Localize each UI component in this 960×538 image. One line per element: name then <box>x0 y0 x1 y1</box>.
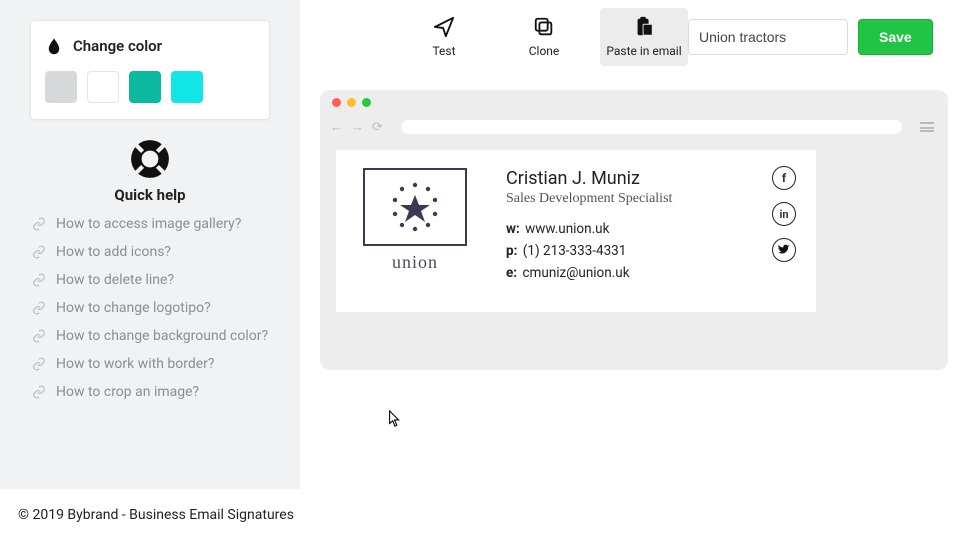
action-label: Clone <box>529 44 560 58</box>
link-icon <box>32 273 46 287</box>
link-icon <box>32 385 46 399</box>
close-dot[interactable] <box>332 98 341 107</box>
actions: Test Clone Paste in email <box>400 8 688 66</box>
help-item[interactable]: How to access image gallery? <box>32 216 272 232</box>
footer-text: © 2019 Bybrand - Business Email Signatur… <box>18 507 294 523</box>
clone-button[interactable]: Clone <box>500 8 588 66</box>
help-item-label: How to change background color? <box>56 328 268 344</box>
browser-nav: ← → ⟳ <box>330 118 934 136</box>
change-color-panel: Change color <box>30 20 270 120</box>
forward-arrow-icon[interactable]: → <box>351 119 364 135</box>
lifebuoy-icon <box>129 138 171 180</box>
signature-card: union Cristian J. Muniz Sales Developmen… <box>336 150 816 312</box>
help-item[interactable]: How to add icons? <box>32 244 272 260</box>
link-icon <box>32 329 46 343</box>
menu-icon[interactable] <box>920 122 934 132</box>
facebook-icon[interactable]: f <box>772 166 796 190</box>
link-icon <box>32 301 46 315</box>
window-controls <box>332 98 371 107</box>
cursor-icon <box>388 410 402 428</box>
help-item[interactable]: How to work with border? <box>32 356 272 372</box>
signature-role[interactable]: Sales Development Specialist <box>506 191 798 207</box>
paste-in-email-button[interactable]: Paste in email <box>600 8 688 66</box>
action-label: Test <box>432 44 455 58</box>
quick-help-title: Quick help <box>114 186 185 204</box>
action-label: Paste in email <box>606 44 681 58</box>
help-item[interactable]: How to change logotipo? <box>32 300 272 316</box>
drop-icon <box>45 35 63 57</box>
signature-info: Cristian J. Muniz Sales Development Spec… <box>506 168 798 300</box>
signature-email[interactable]: e: cmuniz@union.uk <box>506 265 798 281</box>
link-icon <box>32 217 46 231</box>
minimize-dot[interactable] <box>347 98 356 107</box>
help-list: How to access image gallery? How to add … <box>0 216 300 400</box>
quick-help-header: Quick help <box>0 138 300 216</box>
help-item-label: How to crop an image? <box>56 384 199 400</box>
browser-preview: ← → ⟳ union Cristian J. Muniz <box>320 90 948 370</box>
swatch-cyan[interactable] <box>171 71 203 103</box>
signature-name[interactable]: Cristian J. Muniz <box>506 168 798 189</box>
help-item-label: How to access image gallery? <box>56 216 241 232</box>
color-swatches <box>45 71 255 103</box>
twitter-icon[interactable] <box>772 238 796 262</box>
sidebar: Change color Quick help How to access im… <box>0 0 300 489</box>
logo-text: union <box>392 252 438 273</box>
swatch-white[interactable] <box>87 71 119 103</box>
signature-website[interactable]: w: www.union.uk <box>506 221 798 237</box>
help-item-label: How to delete line? <box>56 272 174 288</box>
help-item[interactable]: How to change background color? <box>32 328 272 344</box>
back-arrow-icon[interactable]: ← <box>330 119 343 135</box>
signature-logo[interactable]: union <box>360 168 470 300</box>
link-icon <box>32 245 46 259</box>
paper-plane-icon <box>433 16 455 38</box>
help-item[interactable]: How to delete line? <box>32 272 272 288</box>
logo-box <box>363 168 467 246</box>
reload-icon[interactable]: ⟳ <box>372 120 383 135</box>
help-item[interactable]: How to crop an image? <box>32 384 272 400</box>
star-ring-icon <box>375 177 455 237</box>
footer: © 2019 Bybrand - Business Email Signatur… <box>0 490 960 538</box>
swatch-teal[interactable] <box>129 71 161 103</box>
swatch-grey[interactable] <box>45 71 77 103</box>
social-icons: f in <box>772 166 796 262</box>
signature-phone[interactable]: p: (1) 213-333-4331 <box>506 243 798 259</box>
url-bar[interactable] <box>401 120 902 134</box>
signature-name-input[interactable] <box>688 19 848 55</box>
linkedin-icon[interactable]: in <box>772 202 796 226</box>
change-color-title: Change color <box>73 37 162 55</box>
help-item-label: How to work with border? <box>56 356 215 372</box>
save-button[interactable]: Save <box>858 19 933 55</box>
paste-icon <box>633 16 655 38</box>
clone-icon <box>533 16 555 38</box>
topbar: Test Clone Paste in email Save <box>300 0 960 74</box>
link-icon <box>32 357 46 371</box>
help-item-label: How to change logotipo? <box>56 300 211 316</box>
test-button[interactable]: Test <box>400 8 488 66</box>
help-item-label: How to add icons? <box>56 244 171 260</box>
maximize-dot[interactable] <box>362 98 371 107</box>
